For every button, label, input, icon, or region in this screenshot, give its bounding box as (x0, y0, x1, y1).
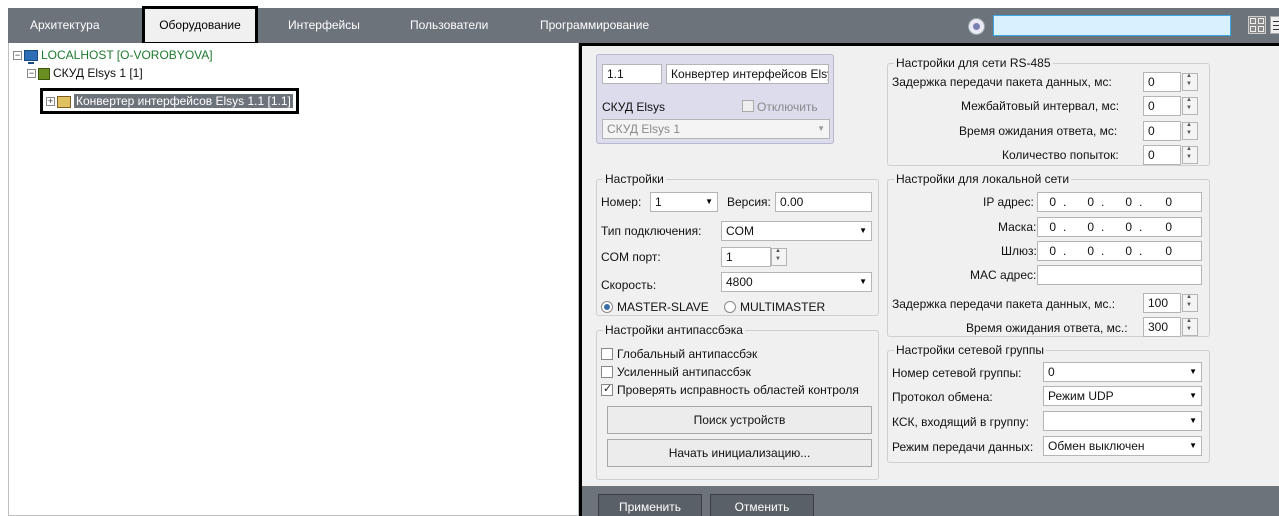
search-input[interactable] (993, 15, 1231, 36)
mac-address-label: MAC адрес: (970, 268, 1037, 282)
rs485-timeout-label: Время ожидания ответа, мс: (959, 124, 1118, 138)
ksk-select[interactable] (1043, 411, 1202, 431)
antipassback-group: Настройки антипассбэка Глобальный антипа… (596, 324, 879, 480)
gear-icon[interactable] (968, 18, 985, 35)
master-slave-label: MASTER-SLAVE (617, 300, 709, 314)
interbyte-label: Межбайтовый интервал, мс: (961, 99, 1120, 113)
multimaster-radio[interactable] (724, 301, 736, 313)
gateway-label: Шлюз: (1001, 244, 1037, 258)
disable-checkbox[interactable] (742, 100, 754, 112)
cancel-button[interactable]: Отменить (710, 494, 814, 516)
number-label: Номер: (601, 195, 642, 209)
protocol-select[interactable]: Режим UDP (1043, 386, 1202, 406)
rs485-group: Настройки для сети RS-485 Задержка перед… (887, 57, 1210, 166)
lan-group: Настройки для локальной сети IP адрес: 0… (887, 173, 1210, 337)
rs485-timeout-field[interactable]: 0 (1143, 121, 1181, 141)
computer-icon (24, 50, 38, 65)
collapse-icon[interactable]: − (13, 51, 22, 61)
data-mode-select[interactable]: Обмен выключен (1043, 436, 1202, 456)
interbyte-field[interactable]: 0 (1143, 96, 1181, 116)
apply-button[interactable]: Применить (598, 494, 702, 516)
ip-address-label: IP адрес: (983, 195, 1034, 209)
interbyte-spinner[interactable] (1182, 97, 1198, 115)
network-group: Настройки сетевой группы Номер сетевой г… (887, 344, 1210, 463)
menu-icon[interactable] (1270, 16, 1279, 34)
enhanced-antipassback-label: Усиленный антипассбэк (617, 365, 751, 379)
expand-icon[interactable]: + (46, 97, 55, 107)
connection-type-select[interactable]: COM (721, 221, 872, 241)
device-type-label: СКУД Elsys (602, 100, 666, 114)
ksk-label: КСК, входящий в группу: (892, 415, 1029, 429)
ip-address-field[interactable]: 0. 0. 0. 0 (1037, 192, 1202, 212)
collapse-icon[interactable]: − (27, 69, 36, 79)
mask-field[interactable]: 0. 0. 0. 0 (1037, 217, 1202, 237)
tree-item-skud[interactable]: − СКУД Elsys 1 [1] (27, 65, 143, 81)
hardware-tree: − LOCALHOST [O-VOROBYOVA] − СКУД Elsys 1 [… (8, 43, 579, 516)
lan-title: Настройки для локальной сети (894, 172, 1072, 186)
com-port-field[interactable]: 1 (721, 247, 771, 267)
tab-interfaces[interactable]: Интерфейсы (278, 8, 370, 43)
speed-select[interactable]: 4800 (721, 272, 872, 292)
skud-icon (38, 67, 50, 80)
tab-programming[interactable]: Программирование (530, 8, 659, 43)
speed-label: Скорость: (601, 278, 657, 292)
parent-select[interactable]: СКУД Elsys 1 (602, 119, 830, 139)
lan-delay-spinner[interactable] (1182, 294, 1198, 312)
device-header: 1.1 Конвертер интерфейсов Elsy СКУД Elsy… (596, 54, 834, 144)
antipassback-title: Настройки антипассбэка (603, 323, 745, 337)
device-name-field[interactable]: Конвертер интерфейсов Elsy (666, 64, 829, 84)
network-group-number-select[interactable]: 0 (1043, 362, 1202, 382)
enhanced-antipassback-checkbox[interactable] (601, 366, 613, 378)
check-areas-label: Проверять исправность областей контроля (617, 383, 859, 397)
rs485-title: Настройки для сети RS-485 (894, 56, 1053, 70)
gateway-field[interactable]: 0. 0. 0. 0 (1037, 241, 1202, 261)
start-init-button[interactable]: Начать инициализацию... (607, 439, 872, 467)
top-navigation-bar: Архитектура Оборудование Интерфейсы Поль… (8, 6, 1279, 45)
network-group-number-label: Номер сетевой группы: (892, 366, 1022, 380)
tree-root[interactable]: − LOCALHOST [O-VOROBYOVA] (13, 47, 213, 65)
properties-panel: 1.1 Конвертер интерфейсов Elsy СКУД Elsy… (579, 43, 1279, 516)
global-antipassback-label: Глобальный антипассбэк (617, 347, 758, 361)
mask-label: Маска: (998, 220, 1037, 234)
attempts-spinner[interactable] (1182, 146, 1198, 164)
protocol-label: Протокол обмена: (892, 390, 993, 404)
connection-type-label: Тип подключения: (601, 224, 702, 238)
tab-users[interactable]: Пользователи (400, 8, 498, 43)
com-port-spinner[interactable] (771, 248, 787, 266)
version-label: Версия: (727, 195, 771, 209)
settings-group: Настройки Номер: 1 Версия: 0.00 Тип подк… (596, 173, 879, 316)
number-select[interactable]: 1 (650, 192, 718, 212)
multimaster-label: MULTIMASTER (740, 300, 826, 314)
lan-timeout-label: Время ожидания ответа, мс.: (966, 321, 1128, 335)
settings-title: Настройки (603, 172, 666, 186)
tab-equipment[interactable]: Оборудование (142, 6, 258, 45)
network-group-title: Настройки сетевой группы (894, 343, 1046, 357)
search-devices-button[interactable]: Поиск устройств (607, 406, 872, 434)
lan-timeout-field[interactable]: 300 (1143, 317, 1181, 337)
lan-delay-field[interactable]: 100 (1143, 293, 1181, 313)
check-areas-checkbox[interactable] (601, 382, 613, 396)
rs485-delay-spinner[interactable] (1182, 73, 1198, 91)
lan-timeout-spinner[interactable] (1182, 318, 1198, 336)
attempts-field[interactable]: 0 (1143, 145, 1181, 165)
rs485-timeout-spinner[interactable] (1182, 122, 1198, 140)
lan-delay-label: Задержка передачи пакета данных, мс.: (892, 297, 1116, 311)
version-field[interactable]: 0.00 (775, 192, 872, 212)
tab-architecture[interactable]: Архитектура (20, 8, 110, 43)
tree-item-converter[interactable]: + Конвертер интерфейсов Elsys 1.1 [1.1] (40, 88, 299, 114)
layout-grid-icon[interactable] (1248, 16, 1266, 34)
rs485-delay-field[interactable]: 0 (1143, 72, 1181, 92)
data-mode-label: Режим передачи данных: (892, 440, 1034, 454)
properties-content: 1.1 Конвертер интерфейсов Elsy СКУД Elsy… (582, 46, 1279, 486)
master-slave-radio[interactable] (601, 301, 613, 313)
com-port-label: COM порт: (601, 250, 661, 264)
disable-label: Отключить (757, 100, 818, 114)
global-antipassback-checkbox[interactable] (601, 348, 613, 360)
mac-address-field[interactable] (1037, 265, 1202, 285)
converter-icon (57, 95, 71, 108)
attempts-label: Количество попыток: (1002, 148, 1119, 162)
device-id-field[interactable]: 1.1 (602, 64, 662, 84)
rs485-delay-label: Задержка передачи пакета данных, мс: (892, 75, 1112, 89)
